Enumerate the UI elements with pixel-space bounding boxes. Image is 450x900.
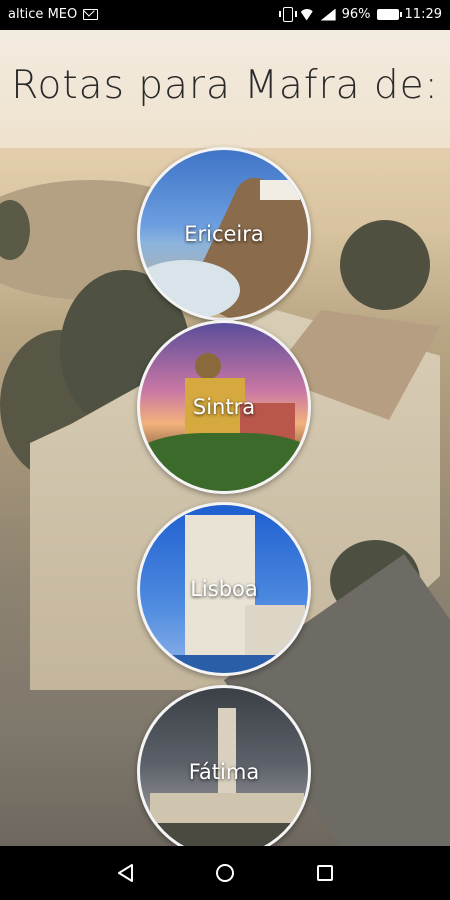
route-ericeira-button[interactable]: Ericeira <box>137 147 311 321</box>
route-sintra-button[interactable]: Sintra <box>137 320 311 494</box>
back-icon[interactable] <box>114 861 138 885</box>
route-label: Fátima <box>188 760 260 784</box>
signal-icon <box>320 8 336 21</box>
route-label: Lisboa <box>190 577 258 601</box>
mail-icon <box>83 9 99 20</box>
status-bar-left: altice MEO <box>8 7 99 22</box>
clock: 11:29 <box>404 7 442 22</box>
page-title: Rotas para Mafra de: <box>11 63 439 108</box>
status-bar: altice MEO 96% 11:29 <box>0 0 450 30</box>
wifi-icon <box>299 9 315 21</box>
carrier-name: altice MEO <box>8 7 78 22</box>
status-bar-right: 96% 11:29 <box>278 7 442 22</box>
route-label: Ericeira <box>184 222 264 246</box>
route-fatima-button[interactable]: Fátima <box>137 685 311 846</box>
tree-shape <box>340 220 430 310</box>
route-label: Sintra <box>192 395 256 419</box>
battery-percent: 96% <box>341 7 371 22</box>
recent-apps-icon[interactable] <box>313 861 337 885</box>
battery-icon <box>376 9 402 20</box>
app-screen: Rotas para Mafra de: Ericeira Sintra Lis… <box>0 30 450 846</box>
vibrate-icon <box>278 7 297 22</box>
navigation-bar <box>0 846 450 900</box>
home-icon[interactable] <box>213 861 237 885</box>
route-lisboa-button[interactable]: Lisboa <box>137 502 311 676</box>
